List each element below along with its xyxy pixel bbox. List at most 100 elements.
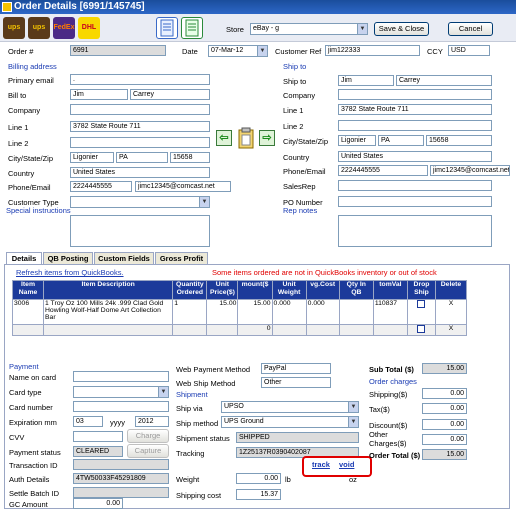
ups-icon[interactable]: ups [3, 17, 25, 39]
refresh-items-link[interactable]: Refresh items from QuickBooks. [16, 268, 124, 277]
customer-type-select[interactable]: ▼ [70, 196, 210, 208]
cvv-field[interactable] [73, 431, 123, 442]
tax-field[interactable]: 0.00 [422, 403, 467, 414]
cell-drop-ship-total[interactable] [407, 324, 436, 336]
bill-line1-label: Line 1 [8, 123, 29, 132]
col-avg-cost: vg.Cost [305, 280, 340, 300]
rep-notes-label: Rep notes [283, 206, 318, 215]
ship-zip-field[interactable]: 15658 [426, 135, 492, 146]
void-link[interactable]: void [339, 460, 354, 469]
col-amount: mount($ [237, 280, 273, 300]
ship-last-name-field[interactable]: Carrey [396, 75, 492, 86]
cancel-button[interactable]: Cancel [448, 22, 493, 36]
store-select[interactable]: eBay - g ▼ [250, 23, 368, 35]
name-on-card-field[interactable] [73, 371, 169, 382]
bill-first-name-field[interactable]: Jim [70, 89, 128, 100]
web-payment-method-field: PayPal [261, 363, 331, 374]
drop-ship-checkbox[interactable] [417, 300, 426, 308]
card-type-select[interactable]: ▼ [73, 386, 169, 398]
capture-button[interactable]: Capture [127, 444, 169, 458]
shipping-charge-field[interactable]: 0.00 [422, 388, 467, 399]
delete-icon[interactable]: X [434, 324, 468, 336]
expiration-month-field[interactable]: 03 [73, 416, 103, 427]
cell-total-amount: 0 [237, 324, 273, 336]
bill-country-field[interactable]: United States [70, 167, 210, 178]
ship-company-field[interactable] [338, 89, 492, 100]
ship-method-select[interactable]: UPS Ground ▼ [221, 416, 359, 428]
ship-phone-label: Phone/Email [283, 167, 326, 176]
bill-city-field[interactable]: Ligonier [70, 152, 114, 163]
col-drop-ship: Drop Ship [407, 280, 436, 300]
copy-right-arrow-button[interactable]: ⇨ [259, 130, 275, 146]
po-number-field[interactable] [338, 196, 492, 207]
chevron-down-icon: ▼ [348, 417, 358, 427]
bill-zip-field[interactable]: 15658 [170, 152, 210, 163]
customer-ref-field[interactable]: jim122333 [325, 45, 420, 56]
col-item-description: Item Description [43, 280, 174, 300]
order-total-field: 15.00 [422, 449, 467, 460]
ship-method-label: Ship method [176, 419, 219, 428]
delete-icon[interactable]: X [434, 299, 468, 325]
gc-amount-field[interactable]: 0.00 [73, 498, 123, 509]
cell-drop-ship[interactable] [407, 299, 436, 325]
date-picker[interactable]: 07-Mar-12 ▼ [208, 45, 268, 57]
ship-line1-field[interactable]: 3782 State Route 711 [338, 104, 492, 115]
bill-phone-field[interactable]: 2224445555 [70, 181, 132, 192]
clipboard-icon[interactable] [237, 127, 255, 149]
bill-last-name-field[interactable]: Carrey [130, 89, 210, 100]
ship-line1-label: Line 1 [283, 106, 304, 115]
chevron-down-icon: ▼ [199, 197, 209, 207]
bill-city-label: City/State/Zip [8, 154, 54, 163]
payment-status-field: CLEARED [73, 446, 123, 457]
shipment-status-field: SHIPPED [236, 432, 359, 443]
document-icon[interactable] [156, 17, 178, 39]
bill-company-field[interactable] [70, 104, 210, 115]
dhl-icon[interactable]: DHL [78, 17, 100, 39]
special-instructions-textarea[interactable] [70, 215, 210, 247]
ship-country-field[interactable]: United States [338, 151, 492, 162]
cell-weight[interactable]: 0.000 [271, 299, 307, 325]
ccy-field[interactable]: USD [448, 45, 490, 56]
bill-line1-field[interactable]: 3782 State Route 711 [70, 121, 210, 132]
primary-email-field[interactable]: . [70, 74, 210, 85]
table-row[interactable]: 3006 1 Troy Oz 100 Mills 24k .999 Clad G… [11, 299, 468, 325]
ship-email-field[interactable]: jimc12345@comcast.net [430, 165, 510, 176]
col-unit-price: Unit Price($) [206, 280, 239, 300]
ship-first-name-field[interactable]: Jim [338, 75, 394, 86]
ship-via-select[interactable]: UPSO ▼ [221, 401, 359, 413]
charge-button[interactable]: Charge [127, 429, 169, 443]
ship-city-field[interactable]: Ligonier [338, 135, 376, 146]
bill-line2-field[interactable] [70, 137, 210, 148]
ship-line2-field[interactable] [338, 120, 492, 131]
copy-left-arrow-button[interactable]: ⇦ [216, 130, 232, 146]
discount-field[interactable]: 0.00 [422, 419, 467, 430]
cell-custom[interactable]: 110837 [372, 299, 409, 325]
cell-qty-qb [338, 299, 374, 325]
cell-item-name[interactable]: 3006 [11, 299, 45, 325]
payment-status-label: Payment status [9, 448, 61, 457]
discount-label: Discount($) [369, 421, 408, 430]
expiration-year-field[interactable]: 2012 [135, 416, 169, 427]
ship-phone-field[interactable]: 2224445555 [338, 165, 428, 176]
col-custom-val: tomVal [372, 280, 409, 300]
ups-return-icon[interactable]: ups [28, 17, 50, 39]
save-close-button[interactable]: Save & Close [374, 22, 429, 36]
drop-ship-checkbox[interactable] [417, 325, 426, 333]
rep-notes-textarea[interactable] [338, 215, 492, 247]
weight-lb-field[interactable]: 0.00 [236, 473, 281, 484]
cell-unit-price[interactable]: 15.00 [206, 299, 239, 325]
shipping-cost-field[interactable]: 15.37 [236, 489, 281, 500]
card-number-field[interactable] [73, 401, 169, 412]
other-charges-field[interactable]: 0.00 [422, 434, 467, 445]
salesrep-field[interactable] [338, 180, 492, 191]
ship-state-field[interactable]: PA [378, 135, 424, 146]
bill-state-field[interactable]: PA [116, 152, 168, 163]
cell-qty[interactable]: 1 [172, 299, 208, 325]
track-link[interactable]: track [312, 460, 330, 469]
document-list-icon[interactable] [181, 17, 203, 39]
bill-phone-label: Phone/Email [8, 183, 51, 192]
shipment-status-label: Shipment status [176, 434, 230, 443]
fedex-icon[interactable]: FedEx [53, 17, 75, 39]
cell-description[interactable]: 1 Troy Oz 100 Mills 24k .999 Clad Gold H… [43, 299, 174, 325]
bill-email-field[interactable]: jimc12345@comcast.net [135, 181, 231, 192]
